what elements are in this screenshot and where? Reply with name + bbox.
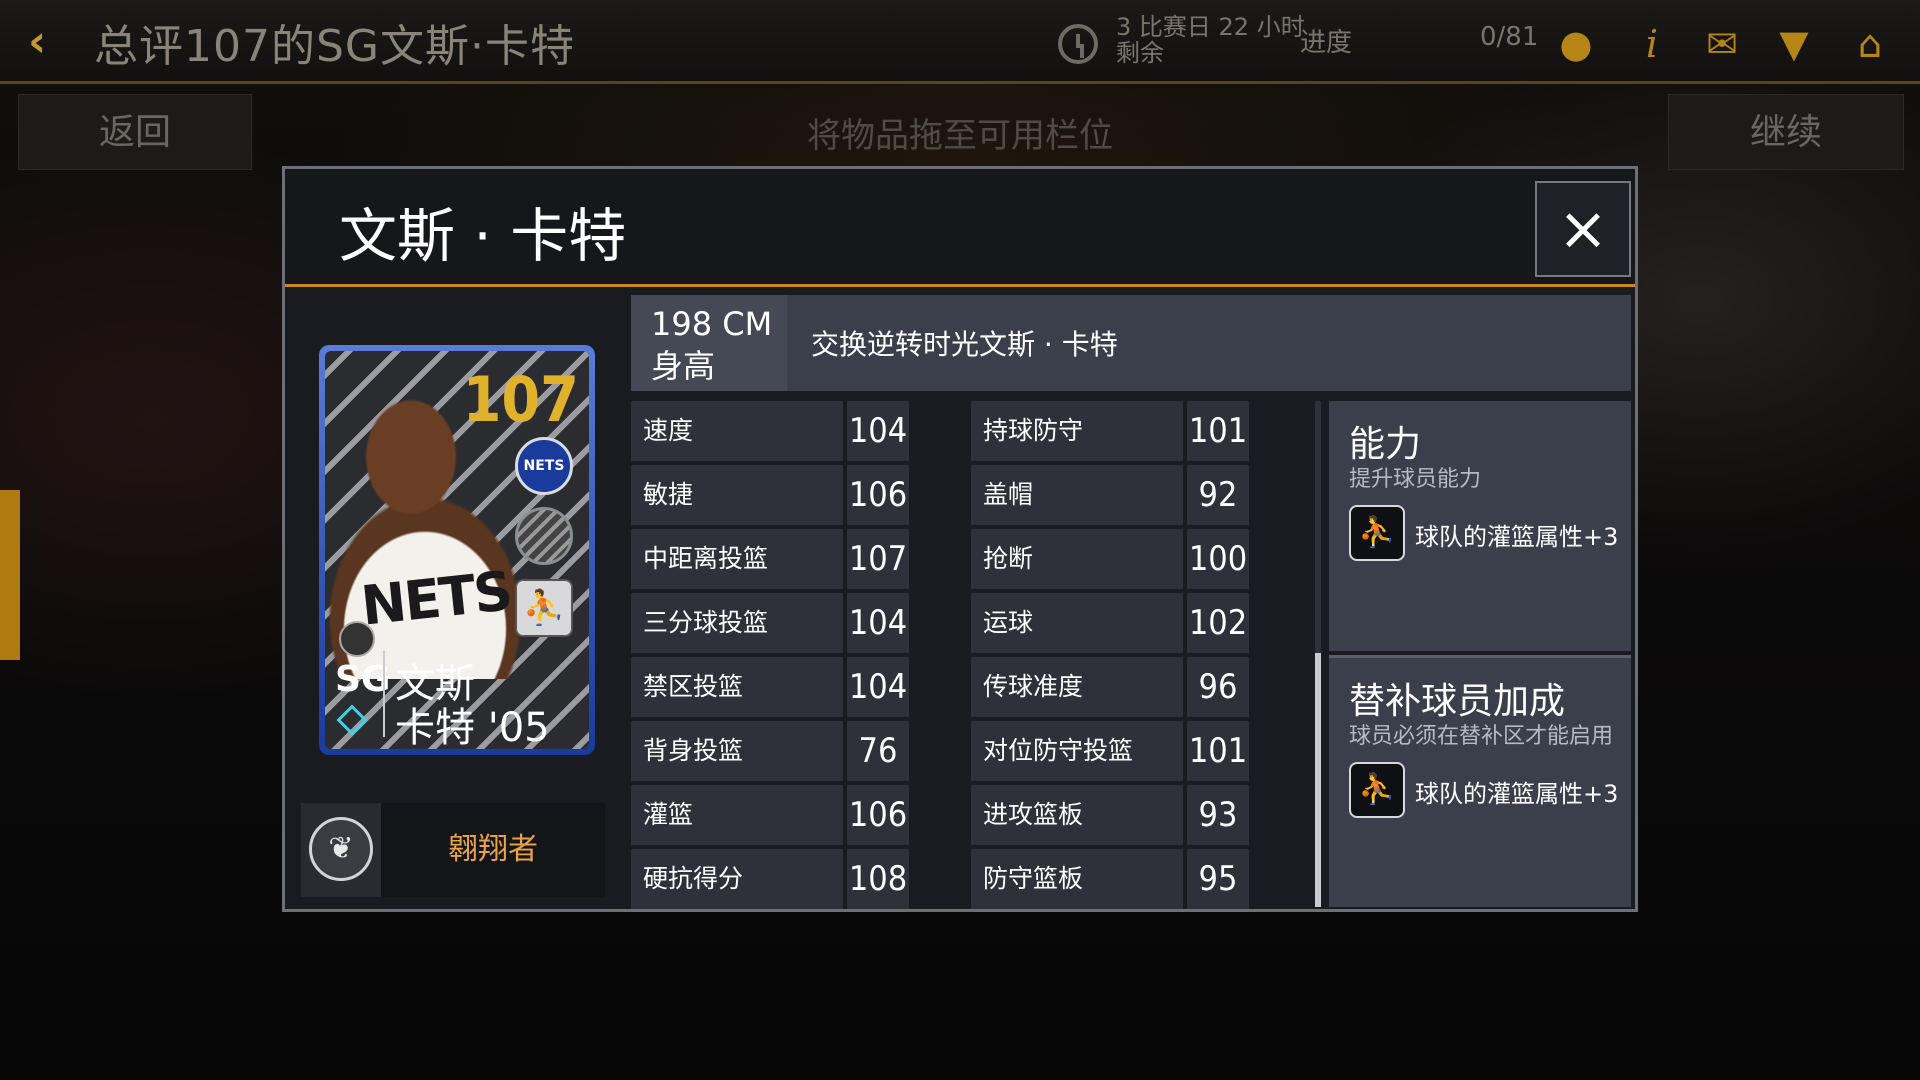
back-button[interactable]: 返回 (18, 94, 252, 170)
modal-header: 文斯 · 卡特 × (285, 169, 1635, 287)
team-logo-icon: NETS (515, 437, 573, 495)
stat-value: 95 (1187, 849, 1249, 909)
info-icon[interactable]: i (1628, 20, 1676, 68)
stat-value: 104 (847, 657, 909, 717)
diamond-icon (336, 704, 368, 736)
ability-title: 替补球员加成 (1349, 681, 1566, 722)
stat-label: 敏捷 (631, 465, 843, 525)
stat-label: 运球 (971, 593, 1183, 653)
ability-effect: 球队的灌篮属性+3 (1415, 523, 1619, 551)
stat-value: 107 (847, 529, 909, 589)
tier-badge-icon (515, 507, 573, 565)
player-card-art: NETS 107 NETS ⛹ SG 文斯 卡特 '05 (325, 351, 589, 749)
cart-icon[interactable]: ▼ (1770, 20, 1818, 68)
card-divider (383, 651, 385, 737)
progress-value: 0/81 (1480, 22, 1539, 52)
stat-value: 100 (1187, 529, 1249, 589)
ability-subtitle: 提升球员能力 (1349, 467, 1482, 492)
height-value: 198 CM (651, 305, 773, 343)
progress-label: 进度 (1300, 28, 1353, 58)
side-drawer-tab[interactable] (0, 490, 20, 660)
stat-value: 93 (1187, 785, 1249, 845)
abilities-scrollbar-thumb[interactable] (1315, 653, 1321, 907)
ability-effect: 球队的灌篮属性+3 (1415, 780, 1619, 808)
card-name-line2: 卡特 '05 (395, 705, 550, 749)
player-detail-modal: 文斯 · 卡特 × NETS 107 NETS ⛹ SG 文斯 卡特 '05 ❦… (282, 166, 1638, 912)
stat-value: 108 (847, 849, 909, 909)
player-card[interactable]: NETS 107 NETS ⛹ SG 文斯 卡特 '05 (319, 345, 595, 755)
mail-icon[interactable]: ✉ (1698, 20, 1746, 68)
stat-label: 盖帽 (971, 465, 1183, 525)
sub-bar: 返回 将物品拖至可用栏位 继续 (0, 88, 1920, 174)
stat-value: 106 (847, 465, 909, 525)
stat-label: 对位防守投篮 (971, 721, 1183, 781)
basketball-icon[interactable]: ● (1552, 20, 1600, 68)
stat-label: 中距离投篮 (631, 529, 843, 589)
stat-label: 进攻篮板 (971, 785, 1183, 845)
stat-label: 背身投篮 (631, 721, 843, 781)
modal-title: 文斯 · 卡特 (339, 202, 627, 270)
stat-value: 101 (1187, 721, 1249, 781)
exchange-description: 交换逆转时光文斯 · 卡特 (811, 328, 1118, 361)
trait-icon-box: ❦ (301, 803, 381, 897)
stat-value: 104 (847, 401, 909, 461)
ability-subtitle: 球员必须在替补区才能启用 (1349, 724, 1614, 749)
height-label: 身高 (651, 347, 716, 385)
height-box: 198 CM 身高 (631, 295, 787, 391)
continue-button[interactable]: 继续 (1668, 94, 1904, 170)
stat-label: 持球防守 (971, 401, 1183, 461)
stat-value: 96 (1187, 657, 1249, 717)
top-bar: ‹ 总评107的SG文斯·卡特 3 比赛日 22 小时 剩余 进度 0/81 ●… (0, 0, 1920, 84)
stat-value: 92 (1187, 465, 1249, 525)
close-button[interactable]: × (1535, 181, 1631, 277)
stat-value: 104 (847, 593, 909, 653)
page-title: 总评107的SG文斯·卡特 (94, 21, 575, 72)
event-timer: 3 比赛日 22 小时 剩余 (1116, 13, 1305, 67)
stat-label: 防守篮板 (971, 849, 1183, 909)
stat-value: 102 (1187, 593, 1249, 653)
bench-bonus-panel: 替补球员加成 球员必须在替补区才能启用 ⛹ 球队的灌篮属性+3 (1329, 655, 1631, 907)
team-logo-text: NETS (523, 458, 565, 474)
dunk-icon: ⛹ (1349, 762, 1405, 818)
back-chevron-icon[interactable]: ‹ (28, 20, 68, 64)
wings-icon: ❦ (309, 817, 373, 881)
stat-value: 106 (847, 785, 909, 845)
stat-value: 101 (1187, 401, 1249, 461)
stat-label: 禁区投篮 (631, 657, 843, 717)
stat-label: 硬抗得分 (631, 849, 843, 909)
stat-label: 灌篮 (631, 785, 843, 845)
home-icon[interactable]: ⌂ (1846, 20, 1894, 68)
info-bar: 198 CM 身高 交换逆转时光文斯 · 卡特 (631, 295, 1631, 391)
ability-title: 能力 (1349, 424, 1422, 465)
clock-icon (1058, 24, 1098, 64)
trait-label: 翱翔者 (448, 832, 538, 867)
ability-panel: 能力 提升球员能力 ⛹ 球队的灌篮属性+3 (1329, 401, 1631, 651)
stat-label: 三分球投篮 (631, 593, 843, 653)
stat-label: 速度 (631, 401, 843, 461)
dunk-icon: ⛹ (1349, 505, 1405, 561)
dunk-badge-icon: ⛹ (515, 579, 573, 637)
stat-label: 传球准度 (971, 657, 1183, 717)
stat-value: 76 (847, 721, 909, 781)
player-trait: ❦ 翱翔者 (301, 803, 605, 897)
wings-badge-icon (339, 621, 375, 657)
stat-label: 抢断 (971, 529, 1183, 589)
card-rating: 107 (462, 363, 579, 436)
drag-hint: 将物品拖至可用栏位 (807, 116, 1113, 156)
